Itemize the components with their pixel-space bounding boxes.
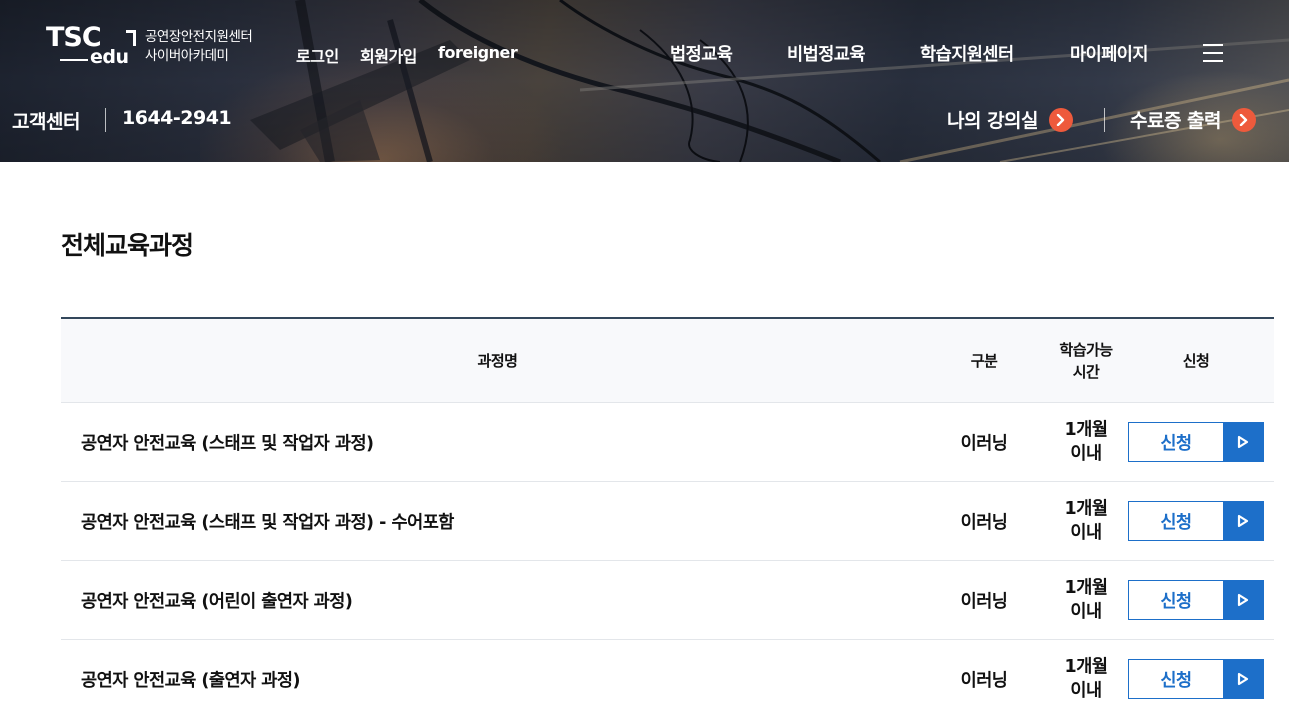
course-type: 이러닝 xyxy=(960,591,1008,612)
course-type: 이러닝 xyxy=(960,670,1008,691)
my-classroom-link[interactable]: 나의 강의실 xyxy=(947,106,1074,133)
certificate-print-label: 수료증 출력 xyxy=(1130,110,1222,132)
table-row: 공연자 안전교육 (스태프 및 작업자 과정) - 수어포함 이러닝 1개월 이… xyxy=(61,482,1274,561)
table-row: 공연자 안전교육 (스태프 및 작업자 과정) 이러닝 1개월 이내 신청 xyxy=(61,403,1274,482)
apply-button[interactable]: 신청 xyxy=(1128,659,1264,699)
apply-button[interactable]: 신청 xyxy=(1128,501,1264,541)
play-icon xyxy=(1223,502,1263,540)
course-name[interactable]: 공연자 안전교육 (스태프 및 작업자 과정) xyxy=(81,403,374,481)
gnb-legal-education[interactable]: 법정교육 xyxy=(670,41,733,66)
course-table: 과정명 구분 학습가능 시간 신청 공연자 안전교육 (스태프 및 작업자 과정… xyxy=(61,317,1274,717)
apply-button-label: 신청 xyxy=(1160,670,1192,691)
site-logo[interactable]: TSC edu xyxy=(46,22,138,70)
chevron-right-icon xyxy=(1232,107,1257,132)
column-header-available-time: 학습가능 시간 xyxy=(1059,341,1113,381)
customer-center-phone: 1644-2941 xyxy=(122,107,232,129)
course-available-time: 1개월 이내 xyxy=(1064,420,1108,464)
logo-edu-text: edu xyxy=(90,46,129,68)
logo-underline-mark xyxy=(60,59,88,61)
table-row: 공연자 안전교육 (어린이 출연자 과정) 이러닝 1개월 이내 신청 xyxy=(61,561,1274,640)
chevron-right-icon xyxy=(1049,107,1074,132)
header-shade xyxy=(0,0,1289,162)
site-header: TSC edu 공연장안전지원센터 사이버아카데미 로그인 회원가입 forei… xyxy=(0,0,1289,162)
foreigner-link[interactable]: foreigner xyxy=(438,43,518,62)
org-name-line1: 공연장안전지원센터 xyxy=(145,29,253,45)
course-name[interactable]: 공연자 안전교육 (스태프 및 작업자 과정) - 수어포함 xyxy=(81,482,454,560)
course-type: 이러닝 xyxy=(960,433,1008,454)
certificate-print-link[interactable]: 수료증 출력 xyxy=(1130,106,1257,133)
my-classroom-label: 나의 강의실 xyxy=(947,110,1039,132)
course-name[interactable]: 공연자 안전교육 (출연자 과정) xyxy=(81,640,300,717)
column-header-apply: 신청 xyxy=(1182,352,1210,370)
course-type: 이러닝 xyxy=(960,512,1008,533)
page-title: 전체교육과정 xyxy=(61,231,194,260)
gnb-learning-support[interactable]: 학습지원센터 xyxy=(920,41,1014,66)
customer-center-label: 고객센터 xyxy=(12,111,80,133)
apply-button-label: 신청 xyxy=(1160,512,1192,533)
course-available-time: 1개월 이내 xyxy=(1064,578,1108,622)
customer-center-divider xyxy=(105,108,106,132)
table-row: 공연자 안전교육 (출연자 과정) 이러닝 1개월 이내 신청 xyxy=(61,640,1274,717)
play-icon xyxy=(1223,423,1263,461)
quick-links-divider xyxy=(1104,108,1105,132)
hamburger-icon[interactable] xyxy=(1203,44,1223,62)
course-available-time: 1개월 이내 xyxy=(1064,499,1108,543)
apply-button[interactable]: 신청 xyxy=(1128,422,1264,462)
column-header-type: 구분 xyxy=(970,352,998,370)
column-header-course-name: 과정명 xyxy=(477,352,518,370)
play-icon xyxy=(1223,581,1263,619)
org-name: 공연장안전지원센터 사이버아카데미 xyxy=(145,28,253,66)
course-name[interactable]: 공연자 안전교육 (어린이 출연자 과정) xyxy=(81,561,353,639)
gnb-non-legal-education[interactable]: 비법정교육 xyxy=(787,41,866,66)
apply-button[interactable]: 신청 xyxy=(1128,580,1264,620)
login-link[interactable]: 로그인 xyxy=(296,43,339,67)
signup-link[interactable]: 회원가입 xyxy=(360,43,417,67)
logo-bracket-mark xyxy=(126,30,136,46)
apply-button-label: 신청 xyxy=(1160,591,1192,612)
course-available-time: 1개월 이내 xyxy=(1064,657,1108,701)
play-icon xyxy=(1223,660,1263,698)
org-name-line2: 사이버아카데미 xyxy=(145,48,229,64)
apply-button-label: 신청 xyxy=(1160,433,1192,454)
course-table-header: 과정명 구분 학습가능 시간 신청 xyxy=(61,317,1274,403)
gnb-my-page[interactable]: 마이페이지 xyxy=(1070,41,1149,66)
